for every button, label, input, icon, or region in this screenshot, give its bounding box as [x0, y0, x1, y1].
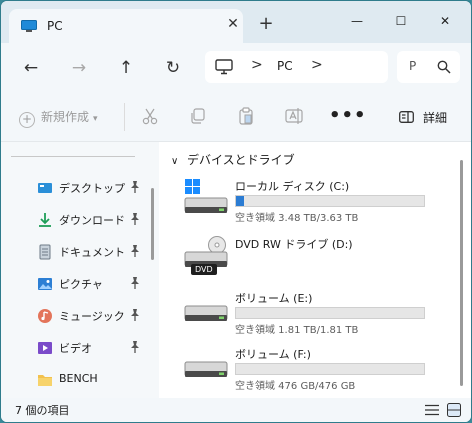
drive-name: ローカル ディスク (C:) [235, 180, 350, 193]
maximize-button[interactable]: ☐ [381, 9, 421, 33]
folder-icon [38, 375, 52, 386]
tab-title: PC [47, 19, 63, 33]
drive-name: ボリューム (E:) [235, 292, 313, 305]
search-icon [437, 60, 451, 74]
more-options-button[interactable]: ••• [329, 105, 367, 126]
hard-drive-icon [184, 305, 228, 321]
chevron-down-icon: ∨ [171, 156, 179, 167]
navpane-divider [11, 156, 135, 157]
pin-icon [131, 277, 139, 289]
command-bar: + 新規作成 ▾ ••• 詳細 [1, 93, 471, 142]
group-header-devices[interactable]: ∨ デバイスとドライブ [171, 151, 295, 168]
breadcrumb-separator-icon[interactable]: > [311, 57, 323, 73]
details-pane-icon [399, 111, 414, 123]
music-icon [38, 309, 52, 323]
tiles-view-icon[interactable] [447, 403, 461, 417]
new-button-label: 新規作成 [41, 110, 90, 124]
cut-icon[interactable] [141, 107, 159, 125]
sidebar-item-downloads[interactable]: ダウンロード [37, 209, 149, 231]
content-scrollbar[interactable] [460, 160, 463, 386]
details-label: 詳細 [423, 111, 448, 125]
minimize-button[interactable]: — [337, 9, 377, 33]
pin-icon [131, 181, 139, 193]
hard-drive-icon [184, 361, 228, 377]
close-tab-button[interactable]: ✕ [225, 16, 241, 32]
drive-e[interactable]: ボリューム (E:) 空き領域 1.81 TB/1.81 TB [183, 290, 453, 346]
dvd-badge: DVD [191, 264, 217, 275]
drive-free-space: 空き領域 476 GB/476 GB [235, 381, 356, 392]
pictures-icon [38, 278, 52, 290]
item-count: 7 個の項目 [15, 404, 70, 417]
navpane-scrollbar[interactable] [151, 188, 154, 260]
plus-icon: + [19, 112, 35, 128]
sidebar-item-label: ダウンロード [59, 214, 125, 227]
documents-icon [39, 244, 51, 260]
drive-usage-bar [235, 363, 425, 375]
drive-usage-bar [235, 195, 425, 207]
paste-icon[interactable] [237, 107, 255, 125]
drive-usage-bar [235, 307, 425, 319]
navigation-pane: デスクトップ ダウンロード ドキュメント ピクチャ ミュージック ビデオ BEN… [1, 142, 159, 398]
pin-icon [131, 213, 139, 225]
details-view-icon[interactable] [425, 404, 439, 416]
rename-icon[interactable] [285, 107, 303, 125]
back-button[interactable]: ← [21, 58, 41, 78]
system-drive-icon [184, 179, 228, 213]
drive-free-space: 空き領域 1.81 TB/1.81 TB [235, 325, 359, 336]
sidebar-item-pictures[interactable]: ピクチャ [37, 273, 149, 295]
search-placeholder: P [409, 59, 417, 73]
toolbar-divider [124, 103, 125, 131]
close-window-button[interactable]: ✕ [425, 9, 465, 33]
copy-icon[interactable] [189, 107, 207, 125]
status-bar: 7 個の項目 [1, 398, 471, 422]
videos-icon [38, 342, 52, 354]
refresh-button[interactable]: ↻ [163, 58, 183, 78]
sidebar-item-label: BENCH [59, 372, 98, 385]
navigation-bar: ← → ↑ ↻ > PC > P [1, 43, 471, 93]
address-bar[interactable]: > PC > [205, 51, 388, 83]
desktop-icon [38, 183, 52, 193]
new-button[interactable]: + 新規作成 ▾ [19, 108, 98, 128]
pin-icon [131, 245, 139, 257]
computer-icon [21, 20, 37, 32]
sidebar-item-bench[interactable]: BENCH [37, 369, 149, 391]
sidebar-item-videos[interactable]: ビデオ [37, 337, 149, 359]
sidebar-item-documents[interactable]: ドキュメント [37, 241, 149, 263]
pin-icon [131, 309, 139, 321]
drive-d[interactable]: DVD DVD RW ドライブ (D:) [183, 236, 453, 292]
drive-f[interactable]: ボリューム (F:) 空き領域 476 GB/476 GB [183, 346, 453, 402]
new-tab-button[interactable]: + [257, 15, 275, 33]
sidebar-item-label: デスクトップ [59, 182, 125, 195]
download-icon [39, 213, 51, 227]
search-box[interactable]: P [397, 51, 460, 83]
pin-icon [131, 341, 139, 353]
sidebar-item-label: ミュージック [59, 310, 125, 323]
sidebar-item-music[interactable]: ミュージック [37, 305, 149, 327]
drive-free-space: 空き領域 3.48 TB/3.63 TB [235, 213, 359, 224]
group-header-label: デバイスとドライブ [187, 153, 295, 167]
breadcrumb-separator-icon[interactable]: > [251, 57, 263, 73]
monitor-icon [215, 59, 233, 75]
tab-pc[interactable]: PC ✕ [9, 9, 243, 43]
forward-button[interactable]: → [69, 58, 89, 78]
drive-name: ボリューム (F:) [235, 348, 311, 361]
up-button[interactable]: ↑ [116, 58, 136, 78]
drive-name: DVD RW ドライブ (D:) [235, 238, 353, 251]
content-pane: ∨ デバイスとドライブ ローカル ディスク (C:) 空き領域 3.48 TB/3… [159, 142, 471, 398]
sidebar-item-label: ビデオ [59, 342, 92, 355]
chevron-down-icon: ▾ [93, 114, 98, 124]
sidebar-item-label: ドキュメント [59, 246, 125, 259]
sidebar-item-label: ピクチャ [59, 278, 103, 291]
drive-usage-fill [236, 196, 244, 206]
sidebar-item-desktop[interactable]: デスクトップ [37, 177, 149, 199]
drive-c[interactable]: ローカル ディスク (C:) 空き領域 3.48 TB/3.63 TB [183, 178, 453, 234]
title-bar: PC ✕ + — ☐ ✕ [1, 1, 471, 43]
breadcrumb-pc[interactable]: PC [277, 59, 293, 73]
explorer-window: PC ✕ + — ☐ ✕ ← → ↑ ↻ > PC > P + 新規作成 ▾ •… [1, 1, 471, 422]
